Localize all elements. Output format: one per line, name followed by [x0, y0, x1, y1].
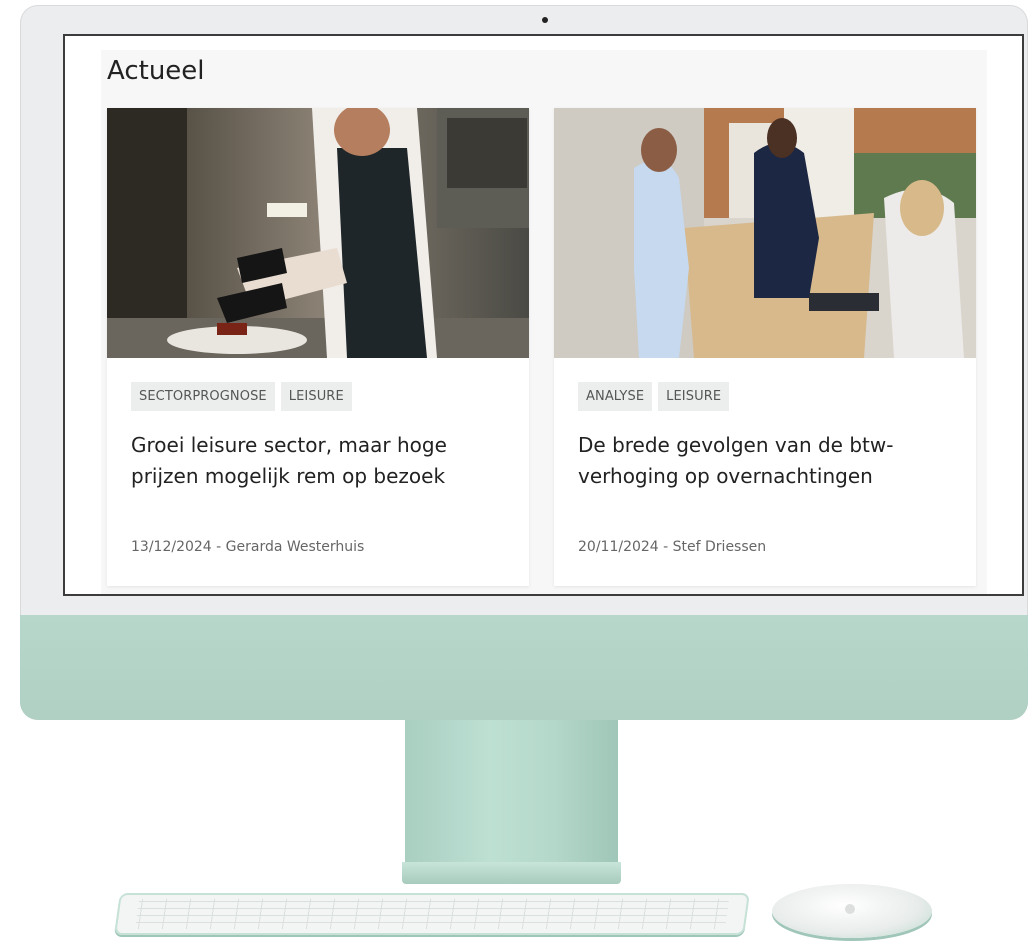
imac-stand	[405, 720, 618, 865]
tag[interactable]: SECTORPROGNOSE	[131, 382, 275, 411]
apple-logo-icon	[845, 904, 855, 914]
tag-list: ANALYSE LEISURE	[578, 382, 730, 411]
tag[interactable]: LEISURE	[280, 382, 352, 411]
article-card[interactable]: ANALYSE LEISURE De brede gevolgen van de…	[554, 108, 976, 586]
screen: Actueel SECTORPROGNOSE LEISURE Groei lei…	[63, 34, 1024, 596]
mouse-icon	[772, 884, 932, 938]
keyboard-icon	[114, 893, 750, 935]
article-image[interactable]	[107, 108, 529, 358]
imac-stand-foot	[402, 862, 621, 884]
imac-display: Actueel SECTORPROGNOSE LEISURE Groei lei…	[20, 5, 1028, 720]
article-image[interactable]	[554, 108, 976, 358]
article-title[interactable]: De brede gevolgen van de btw-verhoging o…	[578, 430, 948, 492]
news-section: Actueel SECTORPROGNOSE LEISURE Groei lei…	[101, 50, 987, 594]
imac-chin	[20, 615, 1028, 720]
article-meta: 20/11/2024 - Stef Driessen	[578, 539, 767, 555]
page-title: Actueel	[107, 56, 205, 86]
tag[interactable]: LEISURE	[658, 382, 730, 411]
camera-icon	[542, 17, 548, 23]
article-card[interactable]: SECTORPROGNOSE LEISURE Groei leisure sec…	[107, 108, 529, 586]
article-meta: 13/12/2024 - Gerarda Westerhuis	[131, 539, 365, 555]
hotel-reception-photo	[554, 108, 976, 358]
chef-plating-food-photo	[107, 108, 529, 358]
tag-list: SECTORPROGNOSE LEISURE	[131, 382, 352, 411]
tag[interactable]: ANALYSE	[578, 382, 653, 411]
article-title[interactable]: Groei leisure sector, maar hoge prijzen …	[131, 430, 501, 492]
